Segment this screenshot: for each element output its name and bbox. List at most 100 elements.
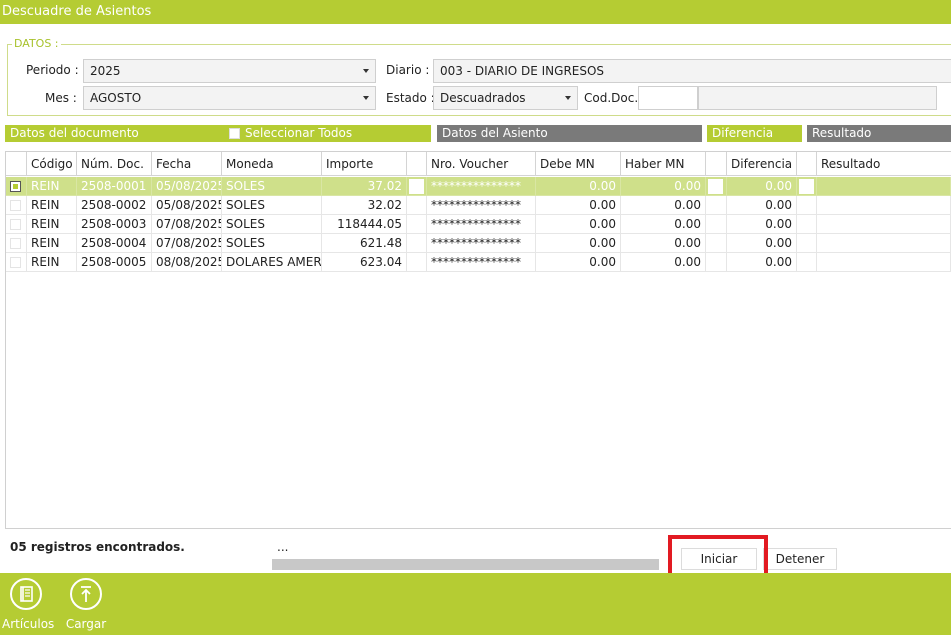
articulos-label: Artículos	[2, 617, 55, 631]
header-checkbox	[6, 152, 27, 176]
estado-value: Descuadrados	[440, 91, 526, 105]
cell-voucher: ***************	[427, 196, 536, 215]
articulos-button[interactable]: Artículos	[2, 578, 55, 631]
progress-text: ...	[277, 540, 289, 554]
datos-legend: DATOS :	[12, 37, 61, 50]
header-moneda[interactable]: Moneda	[222, 152, 322, 176]
periodo-label: Periodo :	[26, 63, 79, 77]
cell-num-doc: 2508-0001	[77, 177, 152, 196]
progress-bar	[272, 559, 659, 570]
cell-diferencia: 0.00	[727, 177, 797, 196]
cell-importe: 118444.05	[322, 215, 407, 234]
cell-resultado	[817, 177, 951, 196]
header-importe[interactable]: Importe	[322, 152, 407, 176]
estado-label: Estado :	[386, 91, 435, 105]
row-checkbox[interactable]	[10, 257, 21, 268]
cell-voucher: ***************	[427, 177, 536, 196]
cell-codigo: REIN	[27, 253, 77, 272]
table-row[interactable]: REIN 2508-0003 07/08/2025 SOLES 118444.05 ***…	[6, 215, 951, 234]
row-checkbox-cell	[6, 253, 27, 272]
cell-haber: 0.00	[621, 177, 706, 196]
periodo-value: 2025	[90, 64, 121, 78]
header-debe[interactable]: Debe MN	[536, 152, 621, 176]
select-all-checkbox[interactable]: Seleccionar Todos	[229, 125, 352, 142]
header-spacer-3	[797, 152, 817, 176]
estado-select[interactable]: Descuadrados	[433, 86, 578, 110]
spacer-cell	[706, 253, 727, 272]
cell-importe: 37.02	[322, 177, 407, 196]
cell-fecha: 08/08/2025	[152, 253, 222, 272]
periodo-select[interactable]: 2025	[83, 59, 376, 83]
cell-haber: 0.00	[621, 253, 706, 272]
row-checkbox-cell	[6, 215, 27, 234]
row-checkbox[interactable]	[10, 200, 21, 211]
cell-fecha: 05/08/2025	[152, 196, 222, 215]
section-resultado: Resultado	[807, 125, 951, 142]
header-haber[interactable]: Haber MN	[621, 152, 706, 176]
row-indicator	[409, 179, 424, 194]
header-diferencia[interactable]: Diferencia	[727, 152, 797, 176]
mes-select[interactable]: AGOSTO	[83, 86, 376, 110]
header-num-doc[interactable]: Núm. Doc.	[77, 152, 152, 176]
cell-moneda: SOLES	[222, 234, 322, 253]
cell-num-doc: 2508-0003	[77, 215, 152, 234]
cell-haber: 0.00	[621, 215, 706, 234]
table-row[interactable]: REIN 2508-0002 05/08/2025 SOLES 32.02 *******…	[6, 196, 951, 215]
diario-select[interactable]: 003 - DIARIO DE INGRESOS	[433, 59, 951, 83]
spacer-cell	[407, 196, 427, 215]
cell-moneda: SOLES	[222, 196, 322, 215]
header-spacer-1	[407, 152, 427, 176]
table-row[interactable]: REIN 2508-0004 07/08/2025 SOLES 621.48 ******…	[6, 234, 951, 253]
table-row[interactable]: REIN 2508-0001 05/08/2025 SOLES 37.02 *******…	[6, 177, 951, 196]
bottom-toolbar: Artículos Cargar	[0, 573, 951, 635]
checkbox-icon	[229, 128, 240, 139]
spacer-cell	[797, 196, 817, 215]
cell-num-doc: 2508-0004	[77, 234, 152, 253]
row-checkbox-cell	[6, 177, 27, 196]
select-all-label: Seleccionar Todos	[245, 126, 353, 140]
cargar-button[interactable]: Cargar	[62, 578, 110, 631]
row-checkbox[interactable]	[10, 181, 21, 192]
cell-debe: 0.00	[536, 215, 621, 234]
cell-diferencia: 0.00	[727, 253, 797, 272]
cell-importe: 32.02	[322, 196, 407, 215]
table-row[interactable]: REIN2508-000508/08/2025DOLARES AMERIC623…	[6, 253, 951, 272]
row-indicator	[799, 179, 814, 194]
cell-codigo: REIN	[27, 234, 77, 253]
cell-fecha: 05/08/2025	[152, 177, 222, 196]
header-resultado[interactable]: Resultado	[817, 152, 951, 176]
detener-button[interactable]: Detener	[763, 548, 837, 570]
spacer-cell	[706, 215, 727, 234]
cell-moneda: SOLES	[222, 177, 322, 196]
spacer-cell	[407, 234, 427, 253]
section-datos-asiento: Datos del Asiento	[437, 125, 702, 142]
row-checkbox[interactable]	[10, 219, 21, 230]
spacer-cell	[407, 253, 427, 272]
header-fecha[interactable]: Fecha	[152, 152, 222, 176]
row-indicator	[708, 179, 723, 194]
spacer-cell	[407, 215, 427, 234]
cell-num-doc: 2508-0002	[77, 196, 152, 215]
chevron-down-icon	[565, 96, 571, 100]
spacer-cell	[706, 234, 727, 253]
mes-value: AGOSTO	[90, 91, 142, 105]
cell-debe: 0.00	[536, 253, 621, 272]
spacer-cell	[797, 234, 817, 253]
upload-icon	[70, 578, 102, 610]
cell-codigo: REIN	[27, 215, 77, 234]
header-codigo[interactable]: Código	[27, 152, 77, 176]
cell-haber: 0.00	[621, 234, 706, 253]
section-diferencia: Diferencia	[707, 125, 802, 142]
cell-diferencia: 0.00	[727, 234, 797, 253]
cell-voucher: ***************	[427, 253, 536, 272]
cell-debe: 0.00	[536, 196, 621, 215]
cell-codigo: REIN	[27, 177, 77, 196]
cell-resultado	[817, 234, 951, 253]
coddoc-input[interactable]	[638, 86, 698, 110]
documents-grid[interactable]: Código Núm. Doc. Fecha Moneda Importe Nr…	[5, 151, 951, 529]
header-voucher[interactable]: Nro. Voucher	[427, 152, 536, 176]
mes-label: Mes :	[45, 91, 77, 105]
book-icon	[10, 578, 42, 610]
spacer-cell	[706, 196, 727, 215]
row-checkbox[interactable]	[10, 238, 21, 249]
